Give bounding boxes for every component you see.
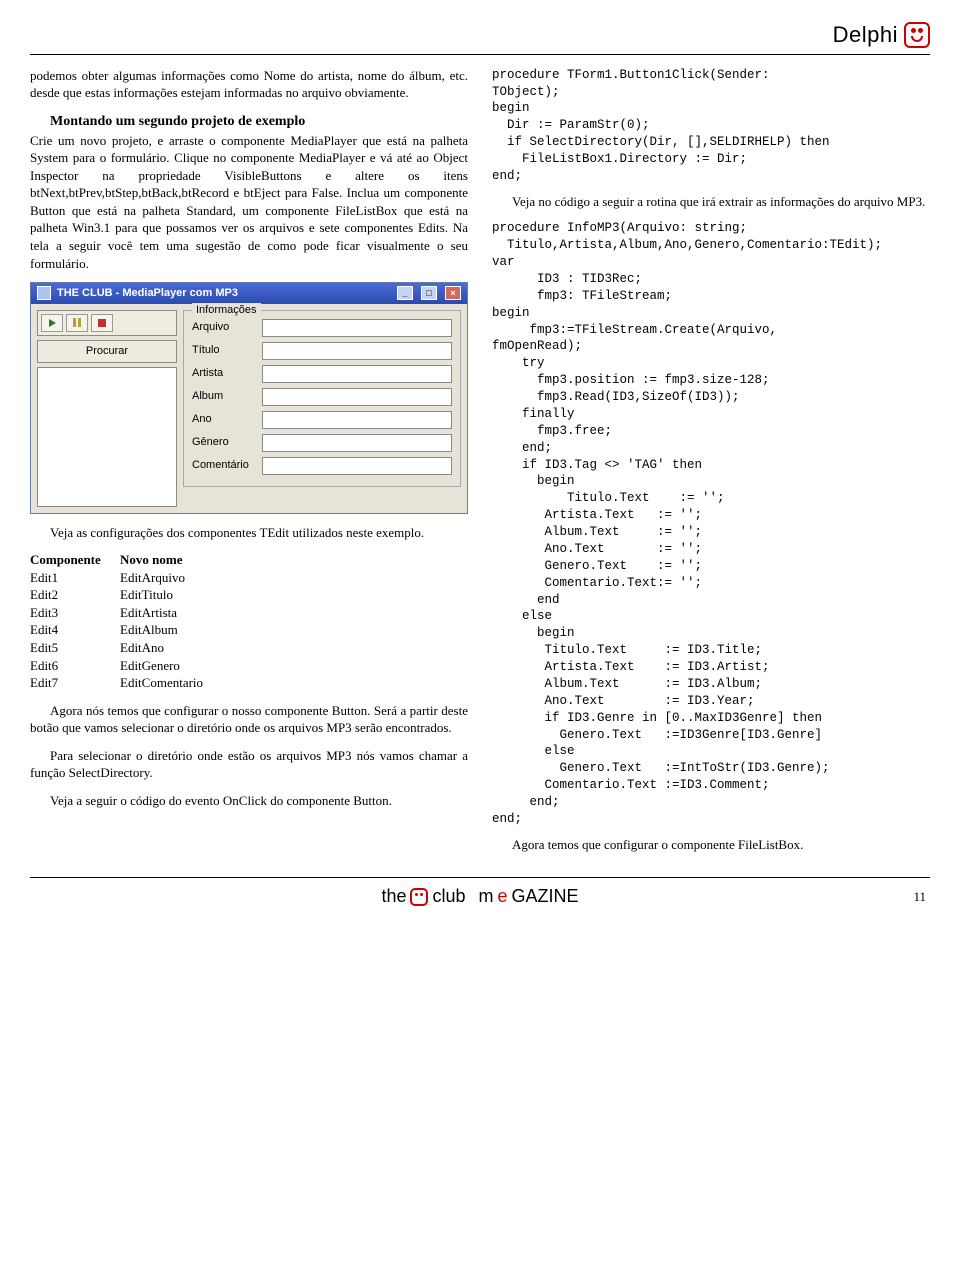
label-artista: Artista <box>192 366 256 381</box>
brand-the: the <box>381 884 406 908</box>
label-arquivo: Arquivo <box>192 320 256 335</box>
th-componente: Componente <box>30 551 120 569</box>
label-ano: Ano <box>192 412 256 427</box>
footer: the club meGAZINE 11 <box>30 877 930 908</box>
info-groupbox: Informações Arquivo Título Artista Album… <box>183 310 461 487</box>
para-button-config: Agora nós temos que configurar o nosso c… <box>30 702 468 737</box>
close-button[interactable]: × <box>445 286 461 300</box>
window-left-pane: Procurar <box>37 310 177 507</box>
table-cell: Edit2 <box>30 586 120 604</box>
groupbox-title: Informações <box>192 303 261 318</box>
window-right-pane: Informações Arquivo Título Artista Album… <box>183 310 461 507</box>
para-montando: Montando um segundo projeto de exemplo C… <box>30 112 468 272</box>
code-block-2: procedure InfoMP3(Arquivo: string; Titul… <box>492 220 930 828</box>
brand-m: m <box>479 884 494 908</box>
form-screenshot: THE CLUB - MediaPlayer com MP3 _ □ × Pro… <box>30 282 468 514</box>
label-comentario: Comentário <box>192 458 256 473</box>
media-controls <box>37 310 177 336</box>
table-cell: Edit3 <box>30 604 120 622</box>
input-comentario[interactable] <box>262 457 452 475</box>
logo-icon <box>904 22 930 48</box>
minimize-button[interactable]: _ <box>397 286 413 300</box>
stop-button[interactable] <box>91 314 113 332</box>
input-album[interactable] <box>262 388 452 406</box>
footer-brand: the club meGAZINE <box>381 884 578 908</box>
brand-club: club <box>432 884 465 908</box>
table-cell: Edit7 <box>30 674 120 692</box>
pause-button[interactable] <box>66 314 88 332</box>
input-titulo[interactable] <box>262 342 452 360</box>
para-filelistbox: Agora temos que configurar o componente … <box>492 836 930 854</box>
input-genero[interactable] <box>262 434 452 452</box>
table-cell: EditArquivo <box>120 569 468 587</box>
brand-gazine: GAZINE <box>512 884 579 908</box>
window-titlebar: THE CLUB - MediaPlayer com MP3 _ □ × <box>31 283 467 304</box>
para-intro: podemos obter algumas informações como N… <box>30 67 468 102</box>
procurar-button[interactable]: Procurar <box>37 340 177 363</box>
pause-icon <box>73 318 81 327</box>
para-veja-codigo: Veja no código a seguir a rotina que irá… <box>492 193 930 211</box>
columns: podemos obter algumas informações como N… <box>30 67 930 864</box>
header-bar: Delphi <box>30 20 930 55</box>
left-column: podemos obter algumas informações como N… <box>30 67 468 864</box>
window-icon <box>37 286 51 300</box>
table-cell: Edit4 <box>30 621 120 639</box>
para-montando-body: Crie um novo projeto, e arraste o compon… <box>30 133 468 271</box>
page-number: 11 <box>913 888 926 906</box>
input-artista[interactable] <box>262 365 452 383</box>
component-table: Componente Novo nome Edit1EditArquivo Ed… <box>30 551 468 691</box>
play-button[interactable] <box>41 314 63 332</box>
play-icon <box>49 319 56 327</box>
para-onclick: Veja a seguir o código do evento OnClick… <box>30 792 468 810</box>
table-cell: EditComentario <box>120 674 468 692</box>
table-cell: Edit6 <box>30 657 120 675</box>
th-novonome: Novo nome <box>120 551 468 569</box>
file-listbox[interactable] <box>37 367 177 507</box>
input-arquivo[interactable] <box>262 319 452 337</box>
code-block-1: procedure TForm1.Button1Click(Sender: TO… <box>492 67 930 185</box>
table-cell: EditGenero <box>120 657 468 675</box>
window-title: THE CLUB - MediaPlayer com MP3 <box>57 286 238 301</box>
right-column: procedure TForm1.Button1Click(Sender: TO… <box>492 67 930 864</box>
subhead-montando: Montando um segundo projeto de exemplo <box>50 114 305 129</box>
label-genero: Gênero <box>192 435 256 450</box>
para-selectdir: Para selecionar o diretório onde estão o… <box>30 747 468 782</box>
label-album: Album <box>192 389 256 404</box>
input-ano[interactable] <box>262 411 452 429</box>
table-cell: Edit5 <box>30 639 120 657</box>
footer-logo-icon <box>410 888 428 906</box>
window-body: Procurar Informações Arquivo Título Arti… <box>31 304 467 513</box>
stop-icon <box>98 319 106 327</box>
table-cell: EditAno <box>120 639 468 657</box>
label-titulo: Título <box>192 343 256 358</box>
table-cell: EditTitulo <box>120 586 468 604</box>
header-product: Delphi <box>833 20 898 50</box>
maximize-button[interactable]: □ <box>421 286 437 300</box>
table-cell: EditAlbum <box>120 621 468 639</box>
table-cell: EditArtista <box>120 604 468 622</box>
para-config: Veja as configurações dos componentes TE… <box>30 524 468 542</box>
table-cell: Edit1 <box>30 569 120 587</box>
brand-e: e <box>498 884 508 908</box>
